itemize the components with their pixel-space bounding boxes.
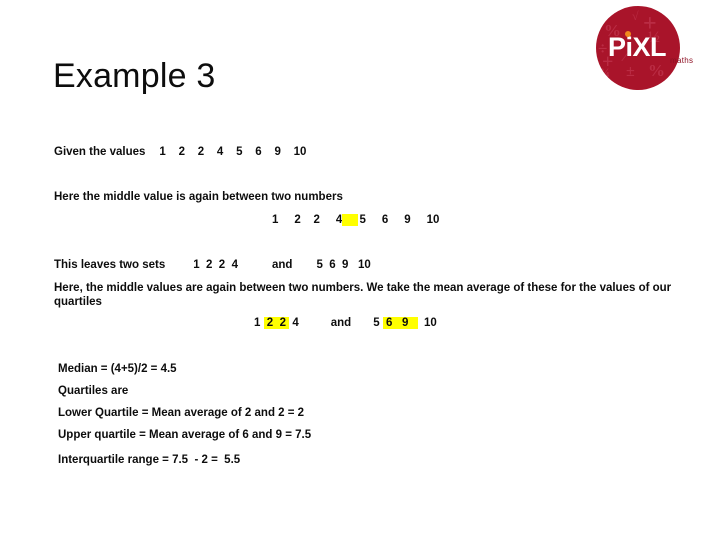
lower-quartile-result: Lower Quartile = Mean average of 2 and 2… [58, 407, 305, 419]
median-highlight [342, 214, 358, 226]
pixl-maths-logo: % √ + ½ ÷ + ¾ ± % ⁄ PiXL maths [596, 6, 714, 98]
given-values-label: Given the values [54, 146, 146, 158]
logo-orange-dot [625, 31, 631, 37]
quartiles-heading: Quartiles are [58, 385, 129, 397]
logo-symbol-three-quarters: ¾ [600, 65, 610, 80]
and-connector-1: and [271, 259, 293, 271]
quartile-row-four: 4 [289, 317, 299, 329]
given-values-line: Given the values 1 2 2 4 5 6 9 10 [54, 145, 306, 159]
logo-symbol-sqrt: √ [632, 9, 639, 23]
middle-values-paragraph: Here, the middle values are again betwee… [54, 282, 672, 308]
interquartile-range-result: Interquartile range = 7.5 - 2 = 5.5 [58, 454, 241, 466]
logo-subtitle: maths [670, 56, 694, 65]
values-row-quartiles: 1 2 2 4 and 5 6 9 10 [254, 316, 437, 330]
set-two-values: 5 6 9 10 [316, 259, 371, 271]
logo-wordmark: PiXL [608, 32, 667, 62]
quartile-row-ten: 10 [423, 317, 437, 329]
logo-symbol-plusminus: ± [626, 63, 635, 80]
values-row-median-left: 1 2 2 4 [272, 214, 343, 226]
slide-canvas: % √ + ½ ÷ + ¾ ± % ⁄ PiXL maths Example 3… [0, 0, 720, 540]
given-values-numbers: 1 2 2 4 5 6 9 10 [159, 146, 307, 158]
values-row-median: 1 2 2 4 5 6 9 10 [272, 213, 439, 227]
upper-quartile-result: Upper quartile = Mean average of 6 and 9… [58, 429, 312, 441]
and-connector-2: and [330, 317, 352, 329]
two-sets-line: This leaves two sets 1 2 2 4 and 5 6 9 10 [54, 258, 371, 272]
two-sets-label: This leaves two sets [54, 259, 166, 271]
lower-quartile-highlight: 2 2 [263, 317, 290, 329]
median-result: Median = (4+5)/2 = 4.5 [58, 363, 177, 375]
quartile-row-five: 5 [373, 317, 383, 329]
page-title: Example 3 [53, 57, 216, 95]
logo-symbol-percent-2: % [648, 61, 665, 80]
values-row-median-right: 5 6 9 10 [359, 214, 440, 226]
middle-value-note: Here the middle value is again between t… [54, 191, 343, 203]
quartile-row-one: 1 [254, 317, 264, 329]
set-one-values: 1 2 2 4 [193, 259, 238, 271]
upper-quartile-highlight: 6 9 [382, 317, 418, 329]
